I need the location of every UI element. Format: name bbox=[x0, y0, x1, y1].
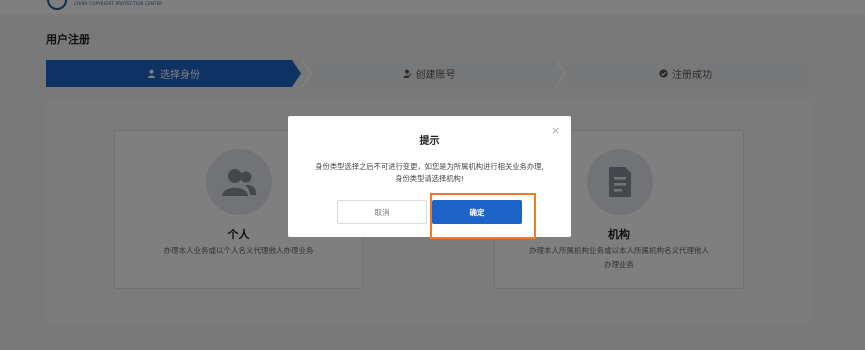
dialog-message-line: 身份类型选择之后不可进行变更，如您是为所属机构进行相关业务办理, bbox=[315, 162, 544, 171]
close-icon[interactable]: × bbox=[551, 125, 560, 136]
dialog-title: 提示 bbox=[419, 136, 440, 147]
confirm-highlight-box bbox=[430, 193, 536, 239]
dialog-message: 身份类型选择之后不可进行变更，如您是为所属机构进行相关业务办理, 身份类型请选择… bbox=[288, 161, 571, 185]
cancel-button[interactable]: 取消 bbox=[337, 200, 427, 224]
dialog-message-line: 身份类型请选择机构! bbox=[395, 174, 464, 183]
